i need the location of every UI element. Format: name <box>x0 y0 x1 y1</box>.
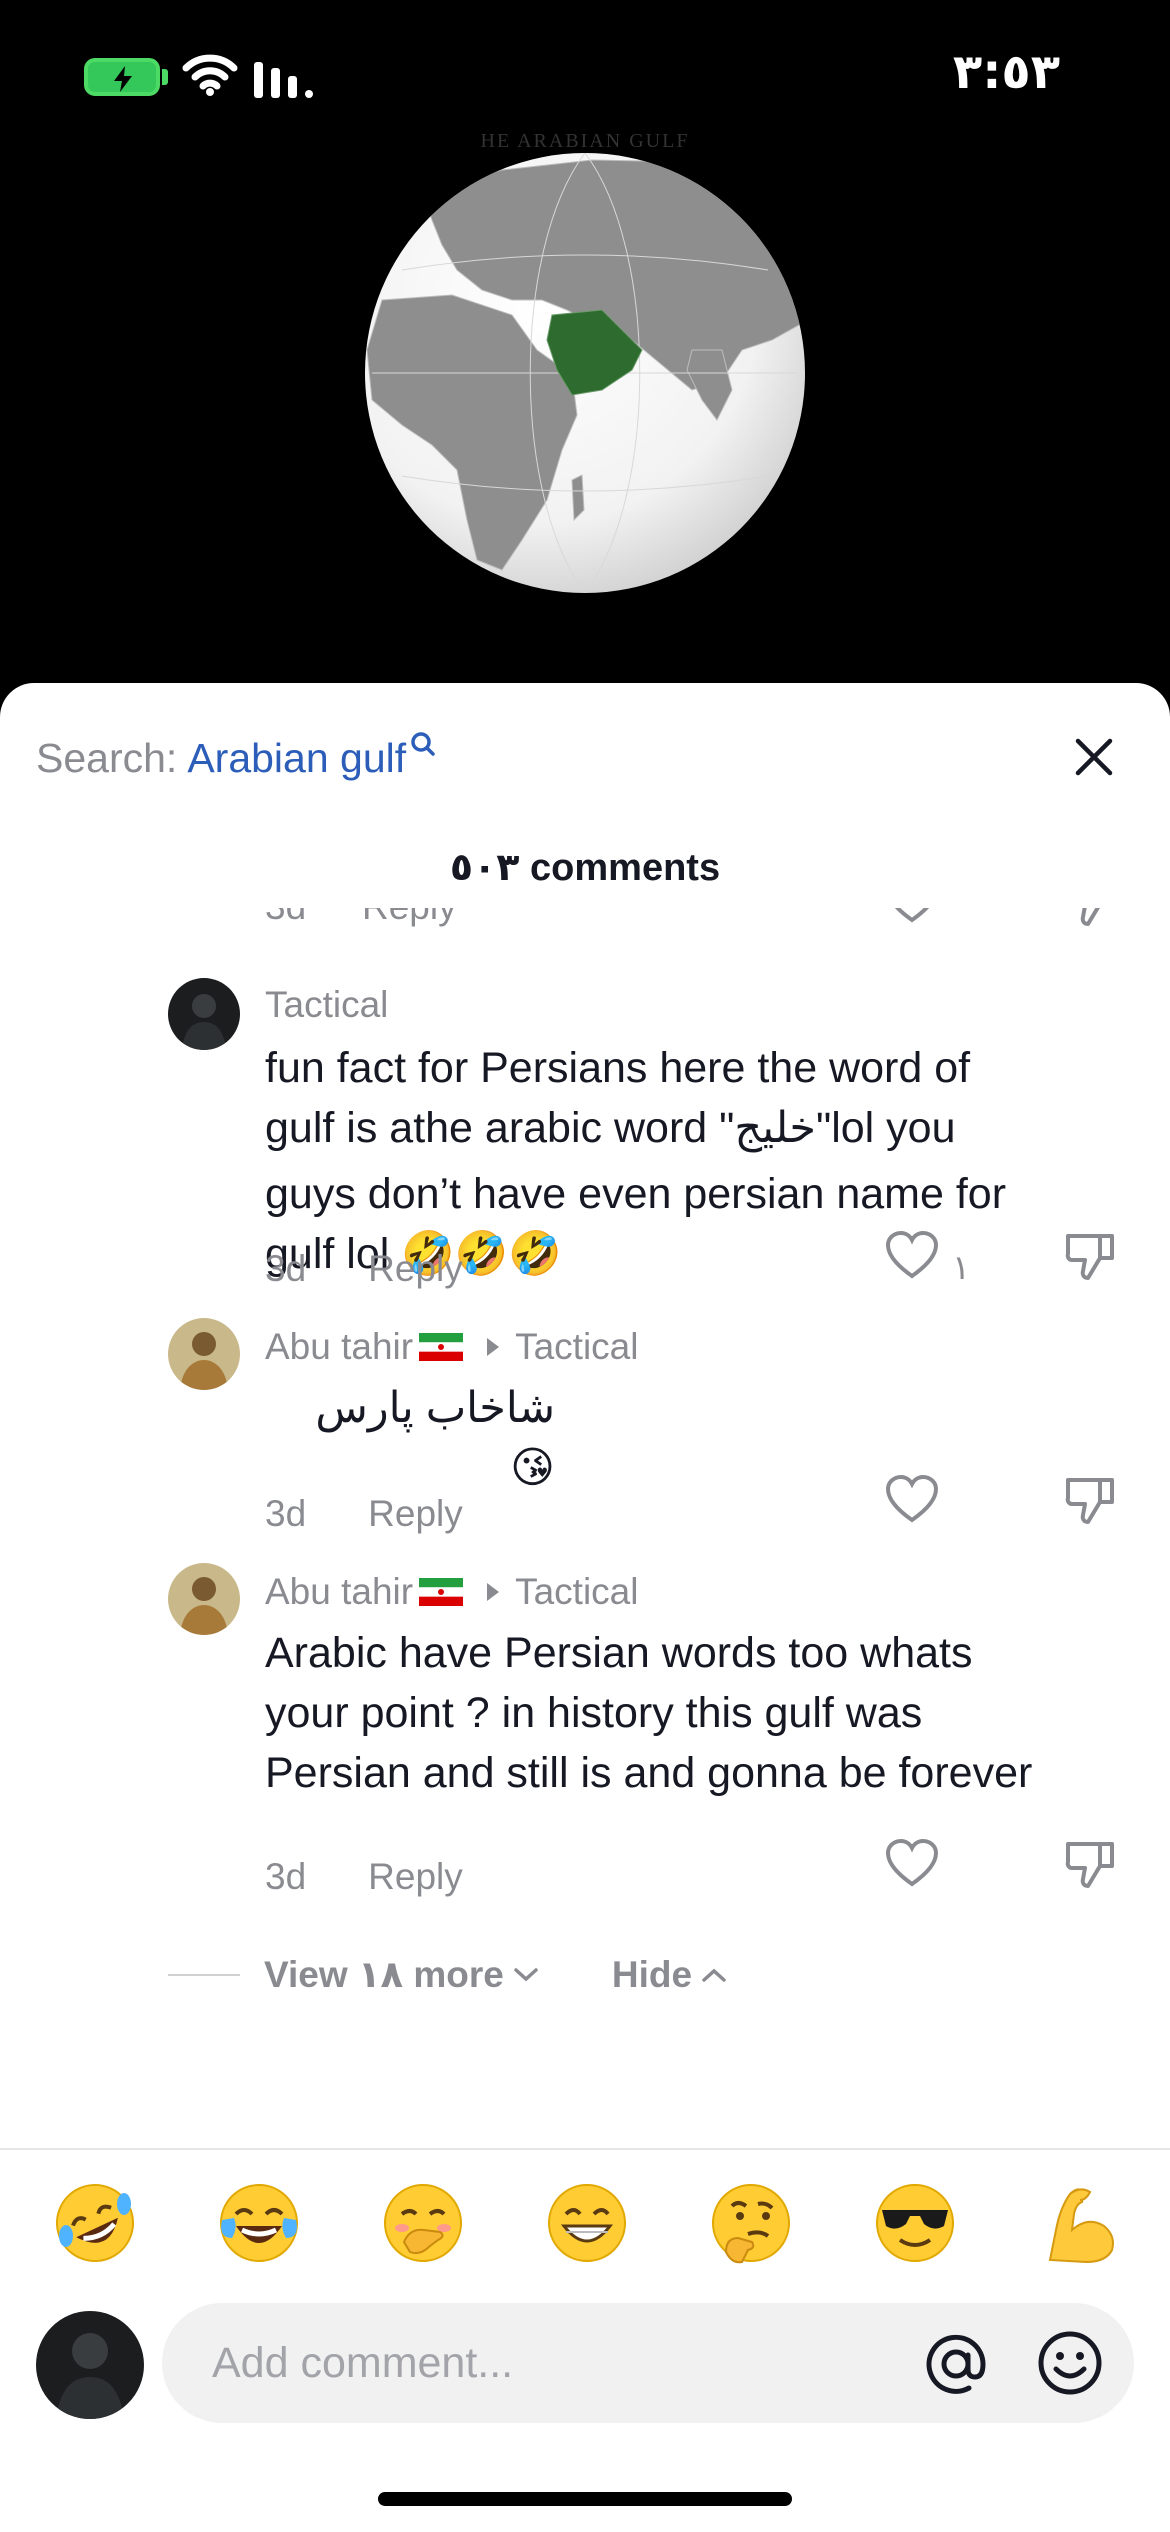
dislike-icon[interactable] <box>1062 1228 1118 1284</box>
comment-item: Tactical fun fact for Persians here the … <box>0 978 1170 1278</box>
rofl-emoji-button[interactable] <box>52 2180 138 2266</box>
comment-input[interactable] <box>212 2333 852 2393</box>
thinking-emoji-button[interactable] <box>708 2180 794 2266</box>
reply-button[interactable]: Reply <box>362 908 457 928</box>
reply-button[interactable]: Reply <box>368 1248 463 1290</box>
comment-text-line: guys don’t have even persian name for <box>265 1170 1007 1218</box>
comment-username[interactable]: Abu tahir <box>265 1326 413 1368</box>
reply-button[interactable]: Reply <box>368 1493 463 1535</box>
comment-reply-item: Abu tahir Tactical شاخاب پارس 😘 <box>0 1318 1170 1492</box>
chevron-up-icon <box>702 1968 726 1982</box>
comment-text-line: gulf is athe arabic word "خليج"lol you <box>265 1104 956 1152</box>
comment-text-line: your point ? in history this gulf was <box>265 1689 923 1737</box>
grin-emoji-button[interactable] <box>544 2180 630 2266</box>
dislike-icon[interactable] <box>1062 908 1118 930</box>
dislike-icon[interactable] <box>1062 1472 1118 1528</box>
current-user-avatar[interactable] <box>36 2311 144 2419</box>
hand-over-mouth-emoji-button[interactable] <box>380 2180 466 2266</box>
close-icon[interactable] <box>1068 731 1120 783</box>
view-more-label: View ١٨ more <box>264 1954 504 1995</box>
thread-controls: View ١٨ more Hide <box>168 1953 730 1996</box>
hide-replies-button[interactable]: Hide <box>612 1954 730 1996</box>
comment-text-line: Persian and still is and gonna be foreve… <box>265 1749 1033 1797</box>
comment-text: Arabic have Persian words too whats your… <box>265 1623 1125 1803</box>
comment-meta: 3d Reply <box>265 1493 463 1535</box>
comment-username-row: Abu tahir Tactical <box>265 1326 638 1368</box>
divider <box>0 2148 1170 2150</box>
comment-username[interactable]: Abu tahir <box>265 1571 413 1613</box>
globe-map-image <box>365 153 805 593</box>
reply-to-username[interactable]: Tactical <box>515 1571 638 1613</box>
clock: ٣:٥٣ <box>952 44 1060 100</box>
comment-input-row <box>36 2303 1134 2423</box>
reply-to-username[interactable]: Tactical <box>515 1326 638 1368</box>
status-bar: ٣:٥٣ <box>0 0 1170 150</box>
battery-tip <box>162 69 168 85</box>
wifi-icon <box>182 54 238 96</box>
previous-comment-actions: 3d Reply <box>0 908 1170 956</box>
dislike-icon[interactable] <box>1062 1836 1118 1892</box>
comment-text-line: Arabic have Persian words too whats <box>265 1629 973 1677</box>
emoji-picker-icon[interactable] <box>1036 2329 1104 2397</box>
avatar[interactable] <box>168 1563 240 1635</box>
mention-icon[interactable] <box>923 2331 989 2397</box>
comment-input-box[interactable] <box>162 2303 1134 2423</box>
iran-flag-icon <box>419 1578 464 1606</box>
reply-button[interactable]: Reply <box>368 1856 463 1898</box>
iran-flag-icon <box>419 1333 464 1361</box>
comment-meta: 3d Reply <box>265 1248 463 1290</box>
comment-age: 3d <box>265 908 306 928</box>
home-indicator[interactable] <box>378 2492 792 2506</box>
joy-emoji-button[interactable] <box>216 2180 302 2266</box>
cellular-signal-icon <box>254 56 313 98</box>
comments-list[interactable]: 3d Reply Tactical fun fact for Persians … <box>0 908 1170 2118</box>
comment-meta: 3d Reply <box>265 1856 463 1898</box>
comments-sheet: Search: Arabian gulf ٥٠٣ comments 3d Rep… <box>0 683 1170 2532</box>
comment-text: شاخاب پارس 😘 <box>315 1384 555 1492</box>
avatar[interactable] <box>168 978 240 1050</box>
sunglasses-emoji-button[interactable] <box>872 2180 958 2266</box>
comment-username-row: Abu tahir Tactical <box>265 1571 638 1613</box>
search-bar[interactable]: Search: Arabian gulf <box>36 723 436 793</box>
search-prefix: Search: <box>36 734 178 781</box>
battery-charging-icon <box>84 58 160 96</box>
reply-to-arrow-icon <box>487 1583 500 1601</box>
comment-username[interactable]: Tactical <box>265 984 388 1026</box>
comment-text-line: fun fact for Persians here the word of <box>265 1044 971 1092</box>
avatar[interactable] <box>168 1318 240 1390</box>
comment-age: 3d <box>265 1248 307 1289</box>
heart-icon[interactable] <box>884 1838 940 1890</box>
comment-age: 3d <box>265 1856 307 1897</box>
like-count: ١ <box>952 1249 971 1287</box>
comment-age: 3d <box>265 1493 307 1534</box>
heart-icon[interactable] <box>884 1230 940 1282</box>
heart-icon[interactable] <box>884 1474 940 1526</box>
hide-label: Hide <box>611 1953 693 1995</box>
chevron-down-icon <box>514 1967 538 1981</box>
flexed-bicep-emoji-button[interactable] <box>1036 2180 1122 2266</box>
emoji-quick-bar <box>52 2173 1122 2273</box>
heart-icon[interactable] <box>884 908 940 926</box>
view-more-replies-button[interactable]: View ١٨ more <box>264 1953 542 1996</box>
reply-to-arrow-icon <box>487 1338 500 1356</box>
comment-count: ٥٠٣ comments <box>449 847 721 889</box>
search-icon[interactable] <box>410 731 436 757</box>
comment-reply-item: Abu tahir Tactical Arabic have Persian w… <box>0 1563 1170 1797</box>
thread-line <box>168 1973 240 1976</box>
search-term-link[interactable]: Arabian gulf <box>187 735 406 782</box>
video-player[interactable]: HE ARABIAN GULF <box>0 130 1170 690</box>
